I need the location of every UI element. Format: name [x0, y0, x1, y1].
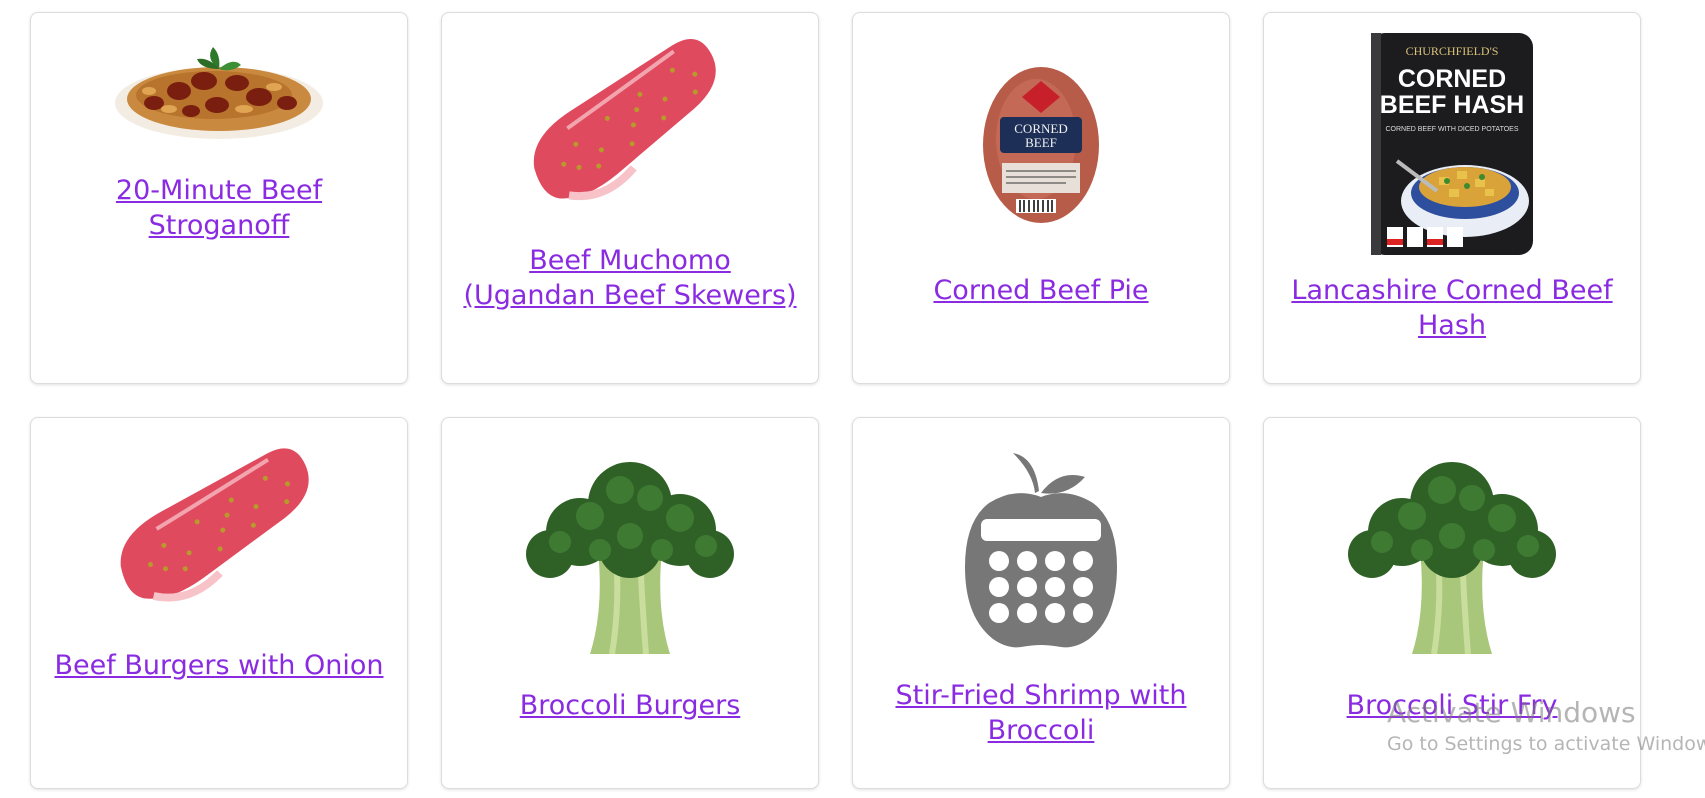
recipe-title-link[interactable]: 20-Minute Beef Stroganoff	[31, 173, 407, 243]
recipe-image-raw-steak[interactable]	[460, 29, 800, 229]
recipe-card[interactable]: 20-Minute Beef Stroganoff	[30, 12, 408, 384]
recipe-image-raw-steak[interactable]	[49, 434, 389, 634]
recipe-image-corned-beef-package[interactable]: CORNED BEEF	[871, 29, 1211, 259]
recipe-title-link[interactable]: Broccoli Burgers	[502, 688, 759, 723]
recipe-title-link[interactable]: Beef Muchomo (Ugandan Beef Skewers)	[442, 243, 818, 313]
recipe-card[interactable]: Beef Burgers with Onion	[30, 417, 408, 789]
can-title-line2: BEEF HASH	[1380, 91, 1524, 119]
apple-calculator-icon[interactable]	[871, 434, 1211, 664]
recipe-image-beef-stroganoff[interactable]	[49, 29, 389, 159]
package-label-line2: BEEF	[1025, 135, 1057, 150]
recipe-title-link[interactable]: Broccoli Stir Fry	[1329, 688, 1576, 723]
recipe-title-link[interactable]: Lancashire Corned Beef Hash	[1264, 273, 1640, 343]
recipe-image-broccoli[interactable]	[460, 434, 800, 674]
recipe-image-broccoli[interactable]	[1282, 434, 1622, 674]
recipe-image-corned-beef-hash-can[interactable]: CHURCHFIELD'S CORNED BEEF HASH CORNED BE…	[1282, 29, 1622, 259]
package-label-line1: CORNED	[1014, 121, 1067, 136]
recipe-title-link[interactable]: Corned Beef Pie	[915, 273, 1166, 308]
recipe-grid: 20-Minute Beef Stroganoff Beef Muchomo (…	[0, 0, 1705, 798]
recipe-card[interactable]: Beef Muchomo (Ugandan Beef Skewers)	[441, 12, 819, 384]
recipe-card[interactable]: CHURCHFIELD'S CORNED BEEF HASH CORNED BE…	[1263, 12, 1641, 384]
can-brand: CHURCHFIELD'S	[1406, 44, 1499, 58]
recipe-card[interactable]: CORNED BEEF Corned Beef Pie	[852, 12, 1230, 384]
recipe-card[interactable]: Broccoli Stir Fry	[1263, 417, 1641, 789]
recipe-card[interactable]: Broccoli Burgers	[441, 417, 819, 789]
recipe-card[interactable]: Stir-Fried Shrimp with Broccoli	[852, 417, 1230, 789]
recipe-title-link[interactable]: Stir-Fried Shrimp with Broccoli	[853, 678, 1229, 748]
can-subtitle: CORNED BEEF WITH DICED POTATOES	[1385, 126, 1518, 133]
can-title-line1: CORNED	[1398, 65, 1506, 93]
recipe-title-link[interactable]: Beef Burgers with Onion	[37, 648, 402, 683]
